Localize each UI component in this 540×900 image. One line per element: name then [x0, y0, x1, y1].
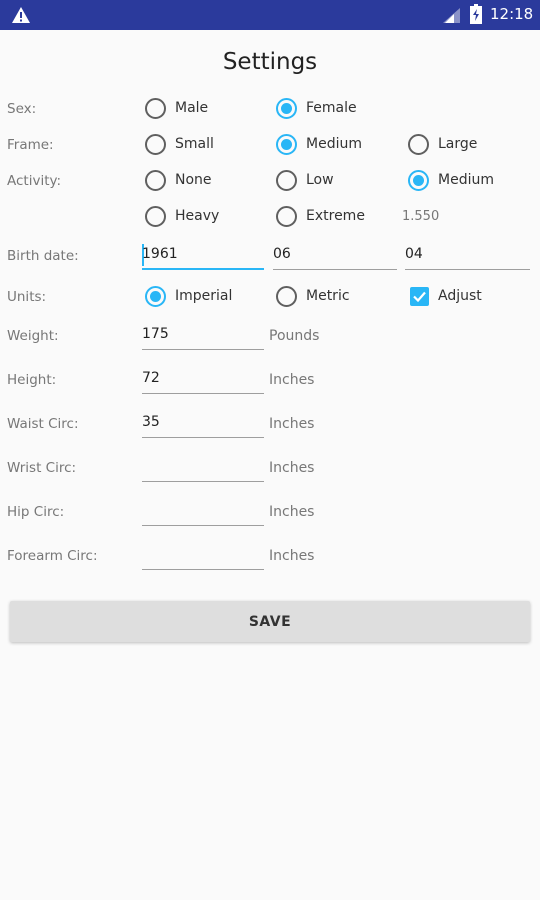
radio-low[interactable] [276, 169, 297, 191]
units-label: Units: [7, 289, 47, 305]
activity-option-medium[interactable]: Medium [408, 166, 494, 194]
hip-label: Hip Circ: [7, 504, 65, 520]
wrist-field[interactable] [142, 454, 264, 482]
battery-icon [470, 4, 482, 24]
activity-label: Activity: [7, 173, 62, 189]
activity-none-label: None [175, 172, 212, 188]
frame-option-small[interactable]: Small [145, 130, 214, 158]
activity-option-low[interactable]: Low [276, 166, 334, 194]
forearm-label: Forearm Circ: [7, 548, 98, 564]
frame-small-label: Small [175, 136, 214, 152]
radio-small[interactable] [145, 133, 166, 155]
page-title: Settings [222, 49, 318, 75]
radio-frame-medium[interactable] [276, 133, 297, 155]
signal-icon [443, 8, 460, 23]
status-time: 12:18 [490, 5, 534, 23]
activity-low-label: Low [306, 172, 334, 188]
frame-large-label: Large [438, 136, 478, 152]
height-label: Height: [7, 372, 57, 388]
frame-option-medium[interactable]: Medium [276, 130, 362, 158]
activity-option-none[interactable]: None [145, 166, 212, 194]
adjust-checkbox[interactable]: Adjust [410, 282, 482, 310]
adjust-label: Adjust [438, 288, 482, 304]
radio-none[interactable] [145, 169, 166, 191]
birth-month-value: 06 [273, 246, 291, 262]
warning-icon [12, 7, 30, 23]
weight-label: Weight: [7, 328, 59, 344]
radio-metric[interactable] [276, 285, 297, 307]
activity-factor: 1.550 [402, 209, 440, 224]
units-imperial-label: Imperial [175, 288, 233, 304]
save-button[interactable]: SAVE [10, 601, 530, 642]
sex-option-male[interactable]: Male [145, 94, 208, 122]
radio-large[interactable] [408, 133, 429, 155]
units-metric-label: Metric [306, 288, 350, 304]
birth-year-value: 1961 [142, 246, 178, 262]
wrist-label: Wrist Circ: [7, 460, 77, 476]
birth-date-label: Birth date: [7, 248, 79, 264]
radio-activity-medium[interactable] [408, 169, 429, 191]
activity-extreme-label: Extreme [306, 208, 365, 224]
waist-value: 35 [142, 414, 160, 430]
radio-female[interactable] [276, 97, 297, 119]
checkbox-checked-icon[interactable] [410, 286, 429, 306]
activity-heavy-label: Heavy [175, 208, 220, 224]
sex-female-label: Female [306, 100, 357, 116]
radio-heavy[interactable] [145, 205, 166, 227]
birth-day-field[interactable]: 04 [405, 242, 530, 270]
birth-year-field[interactable]: 1961 [142, 242, 264, 270]
units-option-imperial[interactable]: Imperial [145, 282, 232, 310]
weight-unit: Pounds [269, 328, 320, 344]
wrist-unit: Inches [269, 460, 315, 476]
hip-unit: Inches [269, 504, 315, 520]
weight-field[interactable]: 175 [142, 322, 264, 350]
frame-medium-label: Medium [306, 136, 362, 152]
birth-day-value: 04 [405, 246, 423, 262]
forearm-field[interactable] [142, 542, 264, 570]
activity-option-heavy[interactable]: Heavy [145, 202, 219, 230]
sex-male-label: Male [175, 100, 209, 116]
activity-option-extreme[interactable]: Extreme [276, 202, 365, 230]
sex-option-female[interactable]: Female [276, 94, 357, 122]
status-bar: 12:18 [0, 0, 540, 30]
forearm-unit: Inches [269, 548, 315, 564]
height-field[interactable]: 72 [142, 366, 264, 394]
waist-unit: Inches [269, 416, 315, 432]
waist-label: Waist Circ: [7, 416, 79, 432]
radio-imperial[interactable] [145, 285, 166, 307]
sex-label: Sex: [7, 101, 37, 117]
waist-field[interactable]: 35 [142, 410, 264, 438]
activity-medium-label: Medium [438, 172, 494, 188]
frame-option-large[interactable]: Large [408, 130, 477, 158]
units-option-metric[interactable]: Metric [276, 282, 350, 310]
height-value: 72 [142, 370, 160, 386]
weight-value: 175 [142, 326, 169, 342]
frame-label: Frame: [7, 137, 54, 153]
birth-month-field[interactable]: 06 [273, 242, 397, 270]
radio-male[interactable] [145, 97, 166, 119]
height-unit: Inches [269, 372, 315, 388]
hip-field[interactable] [142, 498, 264, 526]
radio-extreme[interactable] [276, 205, 297, 227]
